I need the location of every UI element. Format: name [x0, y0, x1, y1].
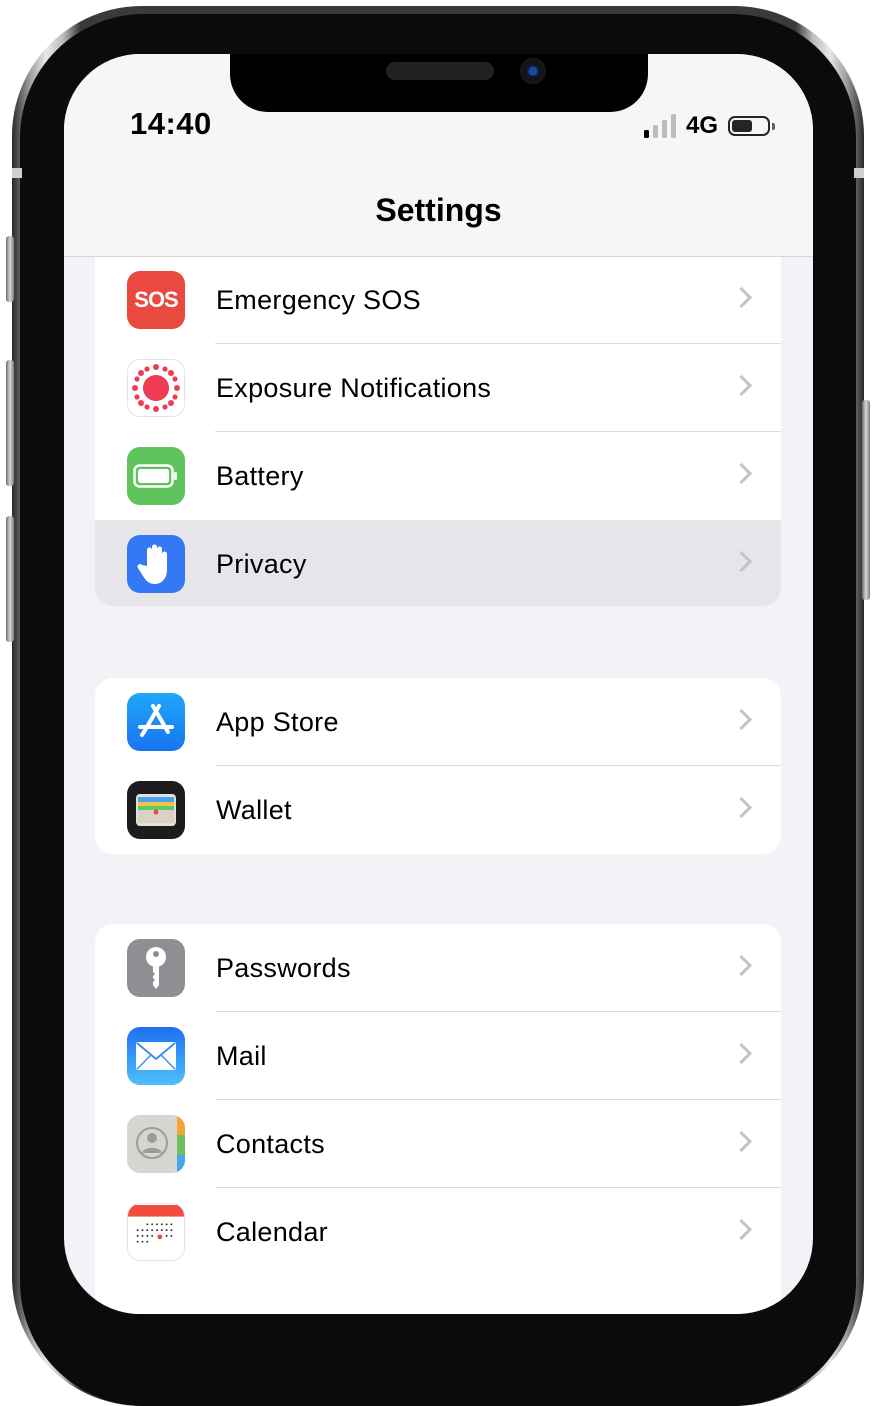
settings-row-battery[interactable]: Battery — [95, 432, 781, 520]
battery-status-icon — [728, 116, 775, 136]
settings-row-wallet[interactable]: Wallet — [95, 766, 781, 854]
sos-icon: SOS — [127, 271, 185, 329]
hand-icon — [127, 535, 185, 593]
chevron-right-icon — [730, 550, 753, 573]
key-icon — [127, 939, 185, 997]
settings-row-calendar[interactable]: Calendar — [95, 1188, 781, 1276]
volume-up-button — [6, 360, 14, 486]
chevron-right-icon — [730, 462, 753, 485]
settings-row-passwords[interactable]: Passwords — [95, 924, 781, 1012]
chevron-right-icon — [730, 796, 753, 819]
settings-row-emergency-sos[interactable]: SOS Emergency SOS — [95, 256, 781, 344]
row-label: Wallet — [216, 794, 292, 825]
earpiece-speaker — [386, 62, 494, 80]
settings-row-mail[interactable]: Mail — [95, 1012, 781, 1100]
settings-row-exposure-notifications[interactable]: Exposure Notifications — [95, 344, 781, 432]
status-indicators: 4G — [643, 112, 775, 140]
row-label: Emergency SOS — [216, 284, 421, 315]
row-label: Passwords — [216, 952, 351, 983]
antenna-band-right — [854, 168, 864, 178]
chevron-right-icon — [730, 954, 753, 977]
row-label: Battery — [216, 460, 304, 491]
row-label: Mail — [216, 1040, 267, 1071]
row-label: Contacts — [216, 1128, 325, 1159]
row-label: Exposure Notifications — [216, 372, 492, 403]
wallet-icon — [127, 781, 185, 839]
row-label: Privacy — [216, 548, 307, 579]
phone-screen: 14:40 4G Settings SOS Emergency SOS Expo… — [64, 54, 813, 1314]
chevron-right-icon — [730, 1042, 753, 1065]
row-label: Calendar — [216, 1216, 328, 1247]
chevron-right-icon — [730, 286, 753, 309]
settings-group-system: SOS Emergency SOS Exposure Notifications… — [95, 256, 781, 606]
chevron-right-icon — [730, 1130, 753, 1153]
app-store-icon — [127, 693, 185, 751]
page-title: Settings — [375, 192, 502, 228]
settings-row-privacy[interactable]: Privacy — [95, 520, 781, 606]
mail-icon — [127, 1027, 185, 1085]
cellular-signal-icon — [643, 114, 676, 138]
antenna-band-left — [12, 168, 22, 178]
contacts-icon — [127, 1115, 185, 1173]
front-camera — [520, 58, 546, 84]
calendar-icon — [127, 1203, 185, 1261]
network-type: 4G — [685, 112, 718, 139]
exposure-notifications-icon — [127, 359, 185, 417]
mute-switch — [6, 236, 14, 302]
chevron-right-icon — [730, 374, 753, 397]
chevron-right-icon — [730, 708, 753, 731]
power-button — [862, 400, 870, 600]
status-time: 14:40 — [130, 106, 212, 141]
settings-row-contacts[interactable]: Contacts — [95, 1100, 781, 1188]
settings-row-app-store[interactable]: App Store — [95, 678, 781, 766]
settings-group-store: App Store Wallet — [95, 678, 781, 854]
notch — [230, 54, 648, 112]
row-label: App Store — [216, 706, 339, 737]
chevron-right-icon — [730, 1218, 753, 1241]
battery-icon — [127, 447, 185, 505]
volume-down-button — [6, 516, 14, 642]
